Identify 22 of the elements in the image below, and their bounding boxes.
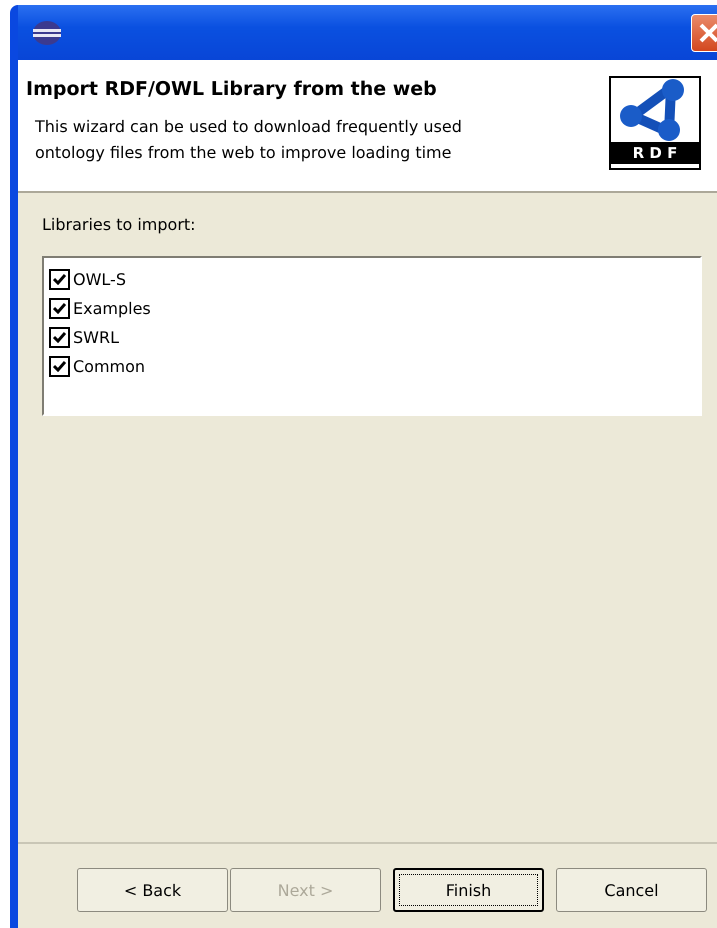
wizard-button[interactable]: Cancel [556,868,707,912]
checkbox[interactable] [49,269,70,290]
wizard-description: This wizard can be used to download frequently used ontology files from the web to improve loading time [35,116,463,164]
close-button[interactable] [691,14,717,52]
checkbox[interactable] [49,356,70,377]
library-label: SWRL [73,328,120,347]
checkbox[interactable] [49,298,70,319]
checkbox[interactable] [49,327,70,348]
app-globe-icon [32,20,62,46]
check-icon [53,303,66,314]
check-icon [53,361,66,372]
wizard-title: Import RDF/OWL Library from the web [26,78,438,100]
check-icon [53,332,66,343]
rdf-logo: R D F [609,76,701,170]
library-label: Common [73,357,146,376]
wizard-button[interactable]: Finish [393,868,544,912]
library-label: OWL-S [73,270,126,289]
check-icon [53,274,66,285]
wizard-button[interactable]: < Back [77,868,228,912]
close-icon [698,22,717,44]
library-label: Examples [73,299,151,318]
libraries-label: Libraries to import: [42,215,197,234]
